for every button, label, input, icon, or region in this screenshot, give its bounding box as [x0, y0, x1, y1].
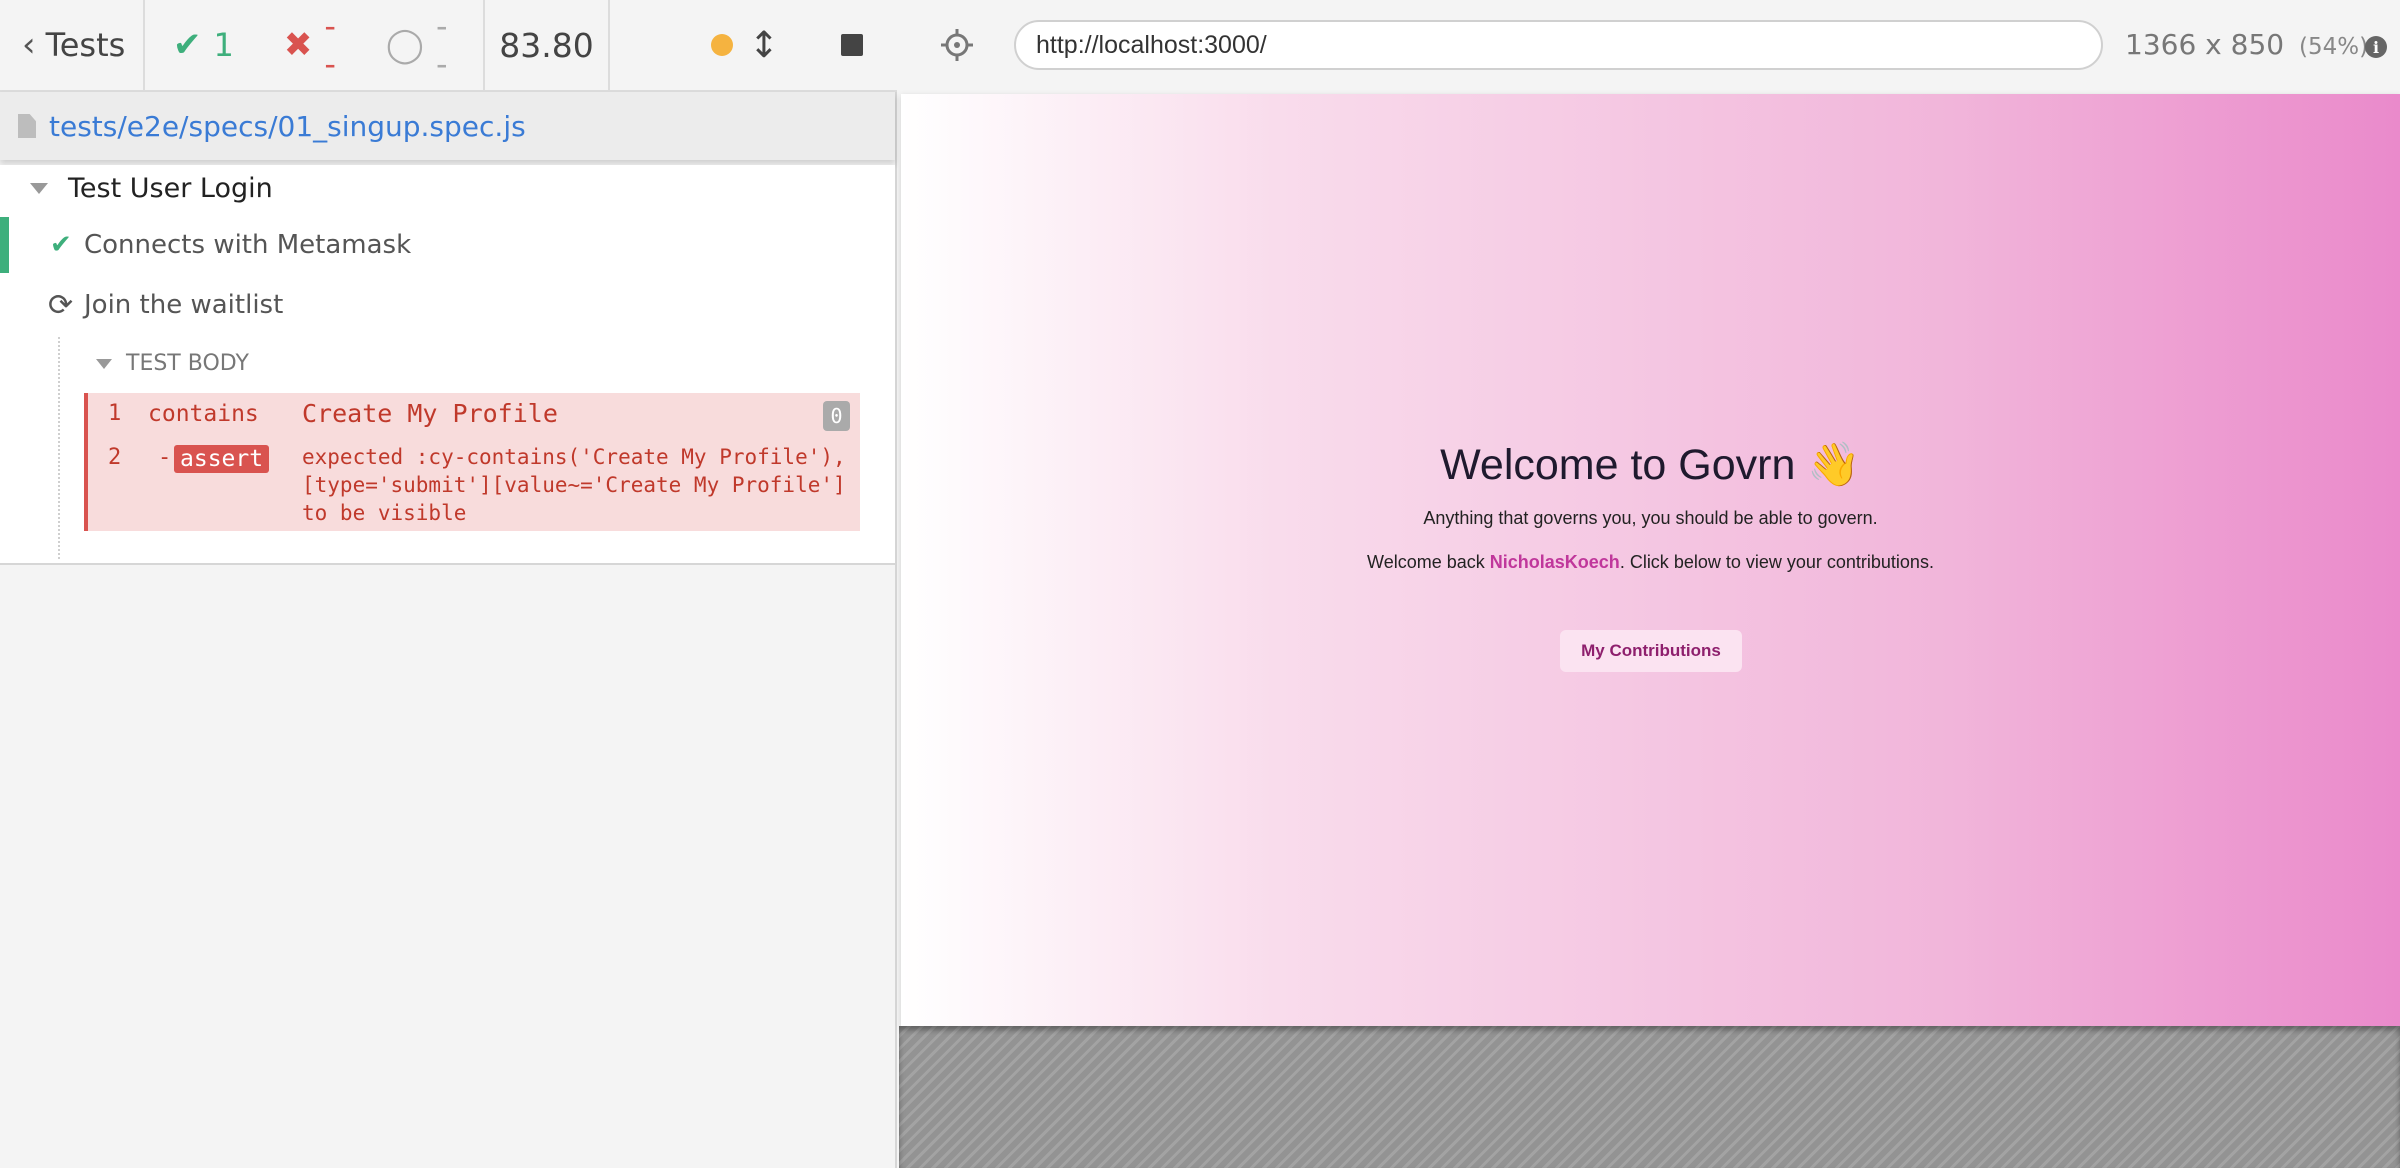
- running-indicator-icon: [710, 34, 733, 56]
- url-bar: 1366 x 850 (54%) i: [899, 0, 2400, 92]
- stats-bar: ‹ Tests ✔ 1 ✖ -- ◯ -- 83.80 ↕: [0, 0, 897, 92]
- command-message[interactable]: expected :cy-contains('Create My Profile…: [302, 443, 846, 527]
- command-number: 1: [108, 401, 122, 426]
- test-counts: ✔ 1 ✖ -- ◯ --: [145, 0, 485, 91]
- passed-count: ✔ 1: [173, 25, 234, 65]
- caret-down-icon: [30, 183, 48, 194]
- pending-value: --: [435, 7, 448, 83]
- spec-bar: tests/e2e/specs/01_singup.spec.js: [0, 92, 895, 160]
- command-log: 1 contains Create My Profile 0 2 - asser…: [84, 393, 860, 531]
- viewport-size: 1366 x 850: [2125, 28, 2285, 61]
- duration: 83.80: [485, 0, 610, 91]
- welcome-message: Welcome back NicholasKoech. Click below …: [901, 552, 2400, 573]
- command-message[interactable]: Create My Profile: [302, 399, 558, 428]
- passed-value: 1: [213, 26, 234, 64]
- failed-value: --: [324, 7, 336, 83]
- tests-label: Tests: [45, 26, 126, 64]
- test-title: Join the waitlist: [84, 290, 284, 320]
- command-number: 2: [108, 445, 122, 470]
- suite-header[interactable]: Test User Login: [30, 173, 273, 204]
- stop-button[interactable]: [841, 34, 863, 56]
- reporter-panel: ‹ Tests ✔ 1 ✖ -- ◯ -- 83.80 ↕ tests/e2e/…: [0, 0, 897, 1168]
- test-body-header[interactable]: TEST BODY: [96, 351, 249, 376]
- viewport-background: [899, 1026, 2400, 1168]
- suite-title: Test User Login: [68, 173, 273, 204]
- url-input[interactable]: [1014, 20, 2103, 70]
- assert-badge[interactable]: assert: [174, 445, 270, 473]
- check-icon: ✔: [50, 230, 72, 260]
- refresh-icon: ⟳: [48, 287, 74, 323]
- chevron-left-icon: ‹: [22, 25, 36, 65]
- viewport-scale: (54%): [2298, 34, 2369, 60]
- passed-marker: [0, 217, 9, 273]
- test-item-running[interactable]: ⟳ Join the waitlist: [0, 277, 895, 333]
- failed-count: ✖ --: [284, 7, 336, 83]
- element-count-badge: 0: [823, 401, 850, 431]
- test-title: Connects with Metamask: [84, 230, 412, 260]
- caret-down-icon: [96, 358, 112, 369]
- my-contributions-button[interactable]: My Contributions: [1560, 630, 1742, 672]
- test-body-title: TEST BODY: [126, 351, 249, 376]
- username: NicholasKoech: [1489, 552, 1620, 572]
- file-icon: [18, 114, 36, 138]
- welcome-prefix: Welcome back: [1367, 552, 1490, 572]
- welcome-suffix: . Click below to view your contributions…: [1619, 552, 1934, 572]
- tests-back-button[interactable]: ‹ Tests: [0, 0, 145, 91]
- spec-path-link[interactable]: tests/e2e/specs/01_singup.spec.js: [49, 110, 526, 143]
- info-icon[interactable]: i: [2365, 36, 2387, 58]
- run-controls: ↕: [610, 0, 897, 91]
- check-icon: ✔: [173, 25, 202, 65]
- app-subtitle: Anything that governs you, you should be…: [1423, 508, 1878, 528]
- app-iframe: Welcome to Govrn 👋 Anything that governs…: [901, 94, 2400, 1026]
- crosshair-icon[interactable]: [939, 27, 975, 63]
- test-body: TEST BODY 1 contains Create My Profile 0…: [58, 337, 860, 559]
- toggle-auto-scroll-icon[interactable]: ↕: [749, 25, 779, 66]
- circle-icon: ◯: [385, 25, 424, 65]
- x-icon: ✖: [283, 25, 313, 65]
- test-item-passed[interactable]: ✔ Connects with Metamask: [0, 217, 895, 273]
- app-title: Welcome to Govrn 👋: [1440, 441, 1861, 489]
- pending-count: ◯ --: [386, 7, 448, 83]
- aut-preview: 1366 x 850 (54%) i Welcome to Govrn 👋 An…: [899, 0, 2400, 1168]
- viewport-info: 1366 x 850 (54%): [2125, 28, 2368, 61]
- runnables: Test User Login ✔ Connects with Metamask…: [0, 165, 895, 565]
- command-name[interactable]: contains: [148, 401, 259, 427]
- command-dash: -: [158, 445, 172, 470]
